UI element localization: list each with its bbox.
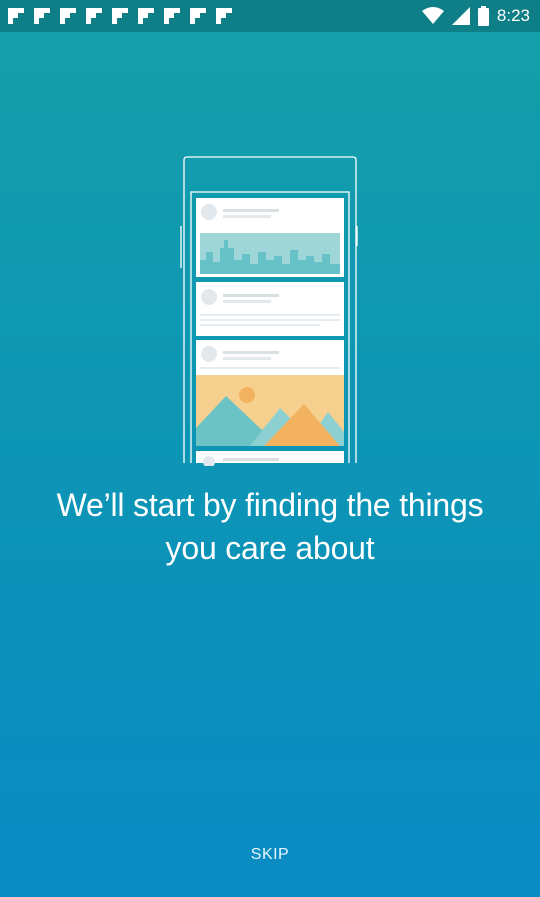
notification-icons [8, 8, 232, 24]
feed-card-partial [196, 451, 344, 466]
feed-card-landscape [196, 340, 344, 446]
flipboard-icon [216, 8, 232, 24]
skip-button[interactable]: SKIP [230, 840, 310, 870]
feed-card-text [196, 282, 344, 336]
headline-line-1: We’ll start by finding the things [56, 487, 484, 523]
onboarding-headline: We’ll start by finding the things you ca… [20, 484, 520, 570]
flipboard-icon [34, 8, 50, 24]
flipboard-icon [60, 8, 76, 24]
flipboard-icon [8, 8, 24, 24]
feed-card-city [196, 198, 344, 277]
phone-feed-illustration [180, 156, 358, 466]
flipboard-icon [138, 8, 154, 24]
headline-line-2: you care about [165, 530, 375, 566]
status-time: 8:23 [496, 6, 530, 25]
system-icons: 8:23 [421, 5, 530, 27]
flipboard-icon [164, 8, 180, 24]
battery-icon [477, 6, 489, 26]
wifi-icon [421, 7, 444, 24]
flipboard-icon [112, 8, 128, 24]
status-bar: 8:23 [0, 0, 540, 32]
flipboard-icon [86, 8, 102, 24]
signal-icon [451, 7, 470, 25]
flipboard-icon [190, 8, 206, 24]
